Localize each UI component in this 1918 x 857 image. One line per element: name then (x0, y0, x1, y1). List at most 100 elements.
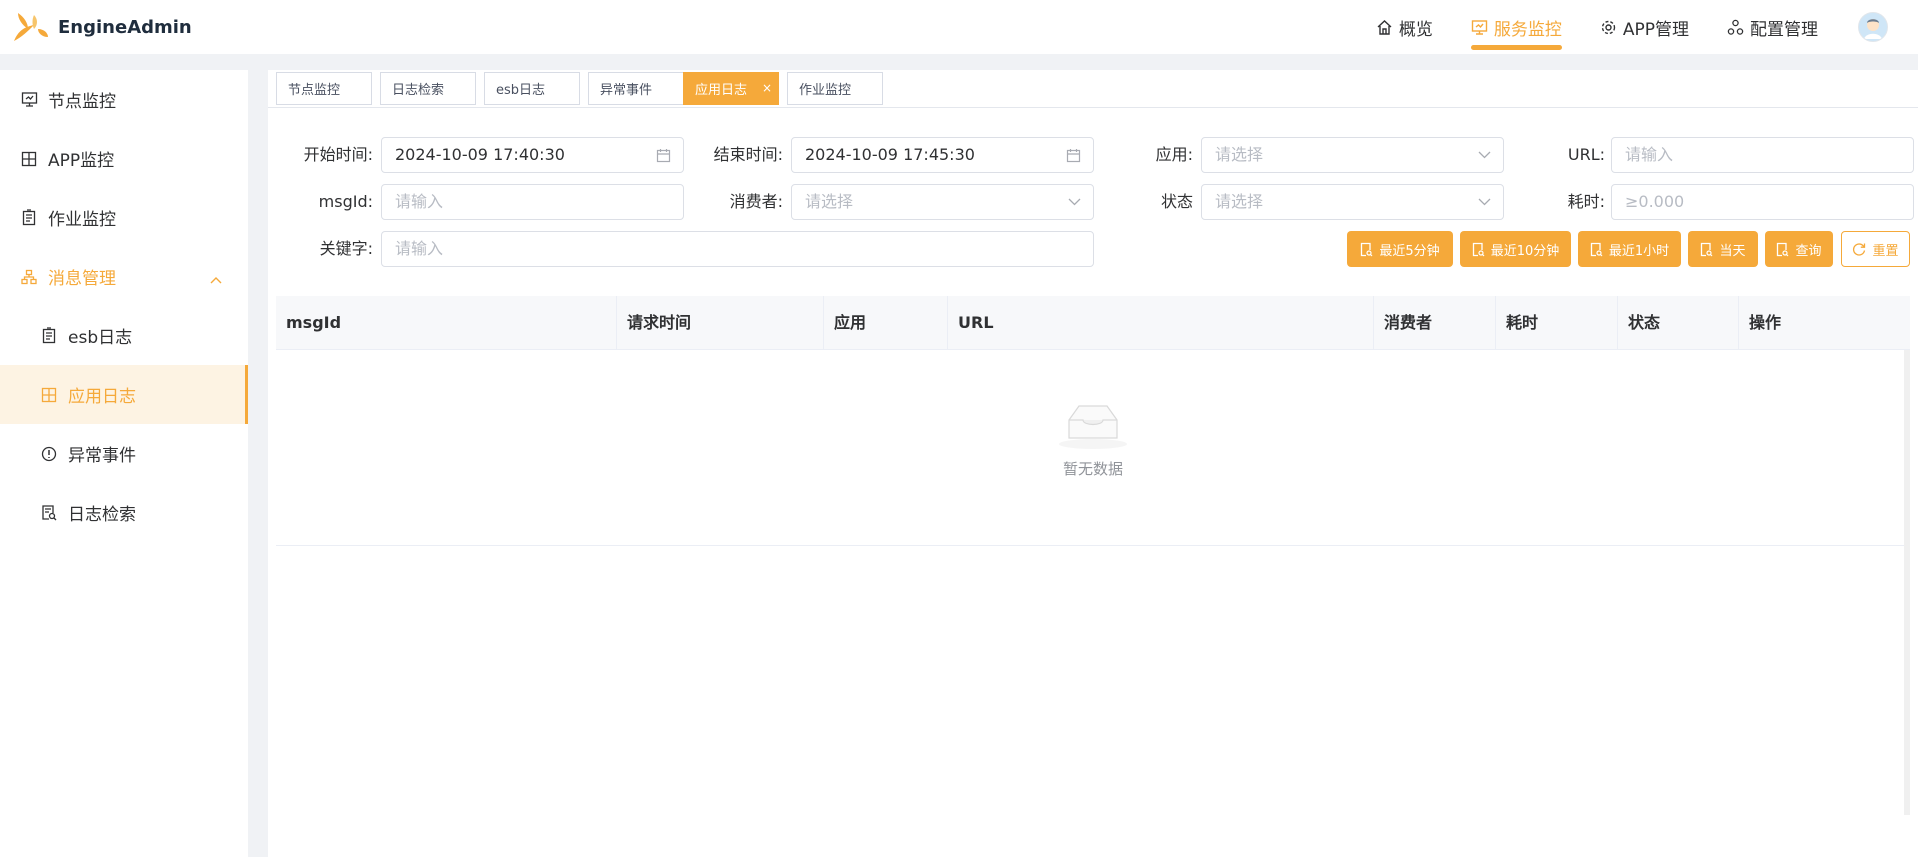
tab-label: 日志检索 (392, 83, 445, 98)
empty-box-icon (1059, 405, 1127, 449)
clipboard-icon (40, 327, 58, 345)
doc-search-icon (1700, 242, 1713, 257)
column-header-status[interactable]: 状态 (1618, 296, 1739, 350)
keyword-input-placeholder: 请输入 (395, 239, 444, 258)
doc-search-icon (40, 504, 58, 522)
today-button[interactable]: 当天 (1688, 231, 1758, 267)
consumer-label: 消费者: (729, 192, 783, 211)
column-header-msgid[interactable]: msgId (276, 296, 617, 350)
last-1-hour-button[interactable]: 最近1小时 (1578, 231, 1681, 267)
tab-app-log[interactable]: 应用日志 × (683, 72, 779, 105)
app-logo[interactable]: EngineAdmin (8, 7, 192, 47)
status-select[interactable]: 请选择 (1201, 184, 1504, 220)
tab-bar: 节点监控 日志检索 esb日志 异常事件 应用日志 × 作业监控 (268, 70, 1918, 108)
query-button[interactable]: 查询 (1765, 231, 1833, 267)
sidebar-item-app-monitor[interactable]: APP监控 (0, 129, 248, 188)
sidebar-item-label: esb日志 (68, 328, 133, 348)
column-header-actions[interactable]: 操作 (1739, 296, 1910, 350)
tab-job-monitor[interactable]: 作业监控 (787, 72, 883, 105)
sidebar: 节点监控 APP监控 作业监控 消息管理 esb日志 应用日志 异常事件 日志检… (0, 70, 248, 857)
msgid-input[interactable]: 请输入 (381, 184, 684, 220)
empty-state: 暂无数据 (276, 400, 1910, 479)
table-header: msgId 请求时间 应用 URL 消费者 耗时 状态 操作 (276, 296, 1910, 350)
sidebar-group-message[interactable]: 消息管理 (0, 247, 248, 306)
sidebar-item-esb-log[interactable]: esb日志 (0, 306, 248, 365)
tab-label: 作业监控 (799, 83, 852, 98)
top-nav: 概览 服务监控 APP管理 配置管理 (1338, 0, 1888, 54)
org-icon (20, 268, 38, 286)
sidebar-item-log-search[interactable]: 日志检索 (0, 483, 248, 542)
calendar-icon (656, 138, 671, 172)
url-input-placeholder: 请输入 (1625, 145, 1674, 164)
sidebar-item-job-monitor[interactable]: 作业监控 (0, 188, 248, 247)
last-10-min-button[interactable]: 最近10分钟 (1460, 231, 1571, 267)
tab-esb-log[interactable]: esb日志 (484, 72, 580, 105)
scrollbar[interactable] (1904, 350, 1910, 815)
cost-input-placeholder: ≥0.000 (1625, 192, 1685, 211)
topnav-service-monitor[interactable]: 服务监控 (1470, 0, 1562, 54)
cost-input[interactable]: ≥0.000 (1611, 184, 1914, 220)
last-5-min-button[interactable]: 最近5分钟 (1347, 231, 1453, 267)
topnav-config-manage-label: 配置管理 (1750, 19, 1818, 40)
monitor-icon (1471, 19, 1488, 36)
app-select[interactable]: 请选择 (1201, 137, 1504, 173)
tab-node-monitor[interactable]: 节点监控 (276, 72, 372, 105)
clipboard-icon (20, 209, 38, 227)
main-content: 节点监控 日志检索 esb日志 异常事件 应用日志 × 作业监控 开始时间: 2… (268, 70, 1918, 857)
column-header-app[interactable]: 应用 (824, 296, 948, 350)
chevron-down-icon (1478, 185, 1491, 219)
reset-button[interactable]: 重置 (1841, 231, 1910, 267)
topnav-app-manage[interactable]: APP管理 (1600, 0, 1689, 54)
sidebar-item-app-log[interactable]: 应用日志 (0, 365, 248, 424)
app-label: 应用: (1155, 145, 1193, 164)
apps-icon (20, 150, 38, 168)
start-time-value: 2024-10-09 17:40:30 (395, 145, 565, 164)
top-header: EngineAdmin 概览 服务监控 APP管理 配置管理 (0, 0, 1918, 54)
tab-log-search[interactable]: 日志检索 (380, 72, 476, 105)
monitor-icon (20, 91, 38, 109)
column-header-cost[interactable]: 耗时 (1496, 296, 1618, 350)
sidebar-group-label: 消息管理 (48, 269, 116, 289)
avatar-icon (1859, 13, 1887, 41)
sidebar-item-node-monitor[interactable]: 节点监控 (0, 70, 248, 129)
topnav-overview[interactable]: 概览 (1376, 0, 1433, 54)
sidebar-item-label: 异常事件 (68, 446, 136, 466)
url-input[interactable]: 请输入 (1611, 137, 1914, 173)
chevron-down-icon (1478, 138, 1491, 172)
tab-exception-events[interactable]: 异常事件 (588, 72, 684, 105)
chevron-up-icon (210, 269, 222, 289)
tab-label: esb日志 (496, 83, 546, 98)
sidebar-item-label: 应用日志 (68, 387, 136, 407)
app-select-placeholder: 请选择 (1215, 145, 1264, 164)
cost-label: 耗时: (1567, 192, 1605, 211)
column-header-url[interactable]: URL (948, 296, 1374, 350)
column-header-consumer[interactable]: 消费者 (1374, 296, 1496, 350)
close-icon[interactable]: × (762, 81, 772, 95)
keyword-label: 关键字: (319, 239, 373, 258)
consumer-select-placeholder: 请选择 (805, 192, 854, 211)
sidebar-item-label: APP监控 (48, 151, 115, 171)
status-select-placeholder: 请选择 (1215, 192, 1264, 211)
end-time-input[interactable]: 2024-10-09 17:45:30 (791, 137, 1094, 173)
msgid-label: msgId: (318, 192, 373, 211)
logo-icon (14, 13, 48, 41)
sidebar-item-label: 节点监控 (48, 92, 116, 112)
column-header-request-time[interactable]: 请求时间 (617, 296, 824, 350)
alert-circle-icon (40, 445, 58, 463)
refresh-icon (1852, 242, 1866, 256)
status-label: 状态 (1160, 192, 1193, 211)
empty-text: 暂无数据 (1062, 460, 1123, 478)
tab-label: 应用日志 (695, 83, 748, 98)
apps-icon (40, 386, 58, 404)
home-icon (1376, 19, 1393, 36)
sidebar-item-exception-events[interactable]: 异常事件 (0, 424, 248, 483)
sidebar-item-label: 作业监控 (48, 210, 116, 230)
last-5-min-label: 最近5分钟 (1379, 243, 1440, 259)
consumer-select[interactable]: 请选择 (791, 184, 1094, 220)
keyword-input[interactable]: 请输入 (381, 231, 1094, 267)
start-time-input[interactable]: 2024-10-09 17:40:30 (381, 137, 684, 173)
end-time-value: 2024-10-09 17:45:30 (805, 145, 975, 164)
reset-label: 重置 (1872, 243, 1899, 259)
user-avatar[interactable] (1858, 12, 1888, 42)
topnav-config-manage[interactable]: 配置管理 (1727, 0, 1818, 54)
